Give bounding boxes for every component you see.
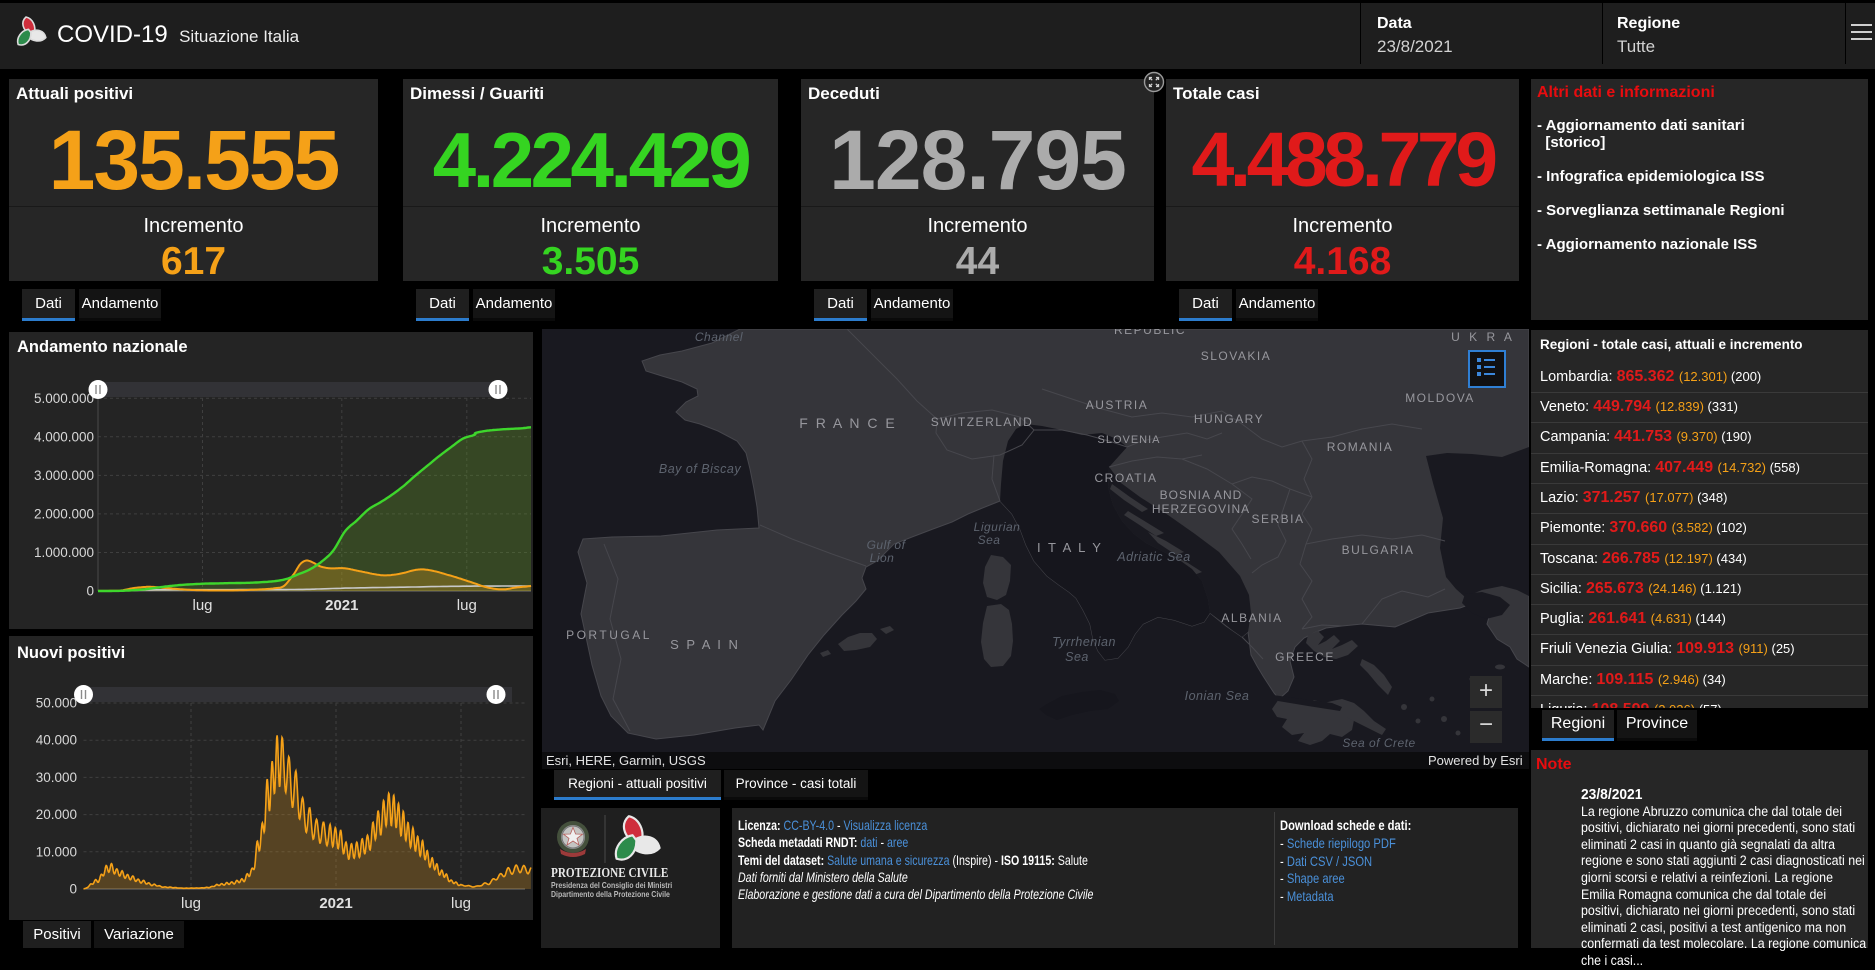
svg-text:Nuovi positivi: Nuovi positivi: [17, 644, 125, 662]
svg-text:10.000: 10.000: [36, 844, 77, 859]
svg-text:HERZEGOVINA: HERZEGOVINA: [1152, 502, 1250, 516]
svg-text:Lion: Lion: [870, 551, 895, 565]
svg-text:MOLDOVA: MOLDOVA: [1405, 391, 1475, 405]
svg-text:lug: lug: [192, 597, 212, 614]
svg-text:SERBIA: SERBIA: [1251, 512, 1304, 526]
svg-text:ROMANIA: ROMANIA: [1327, 440, 1394, 454]
svg-text:lug: lug: [451, 895, 471, 912]
svg-text:BULGARIA: BULGARIA: [1342, 543, 1415, 557]
svg-text:4.000.000: 4.000.000: [34, 429, 94, 444]
svg-text:lug: lug: [457, 597, 477, 614]
svg-text:PORTUGAL: PORTUGAL: [566, 628, 652, 642]
svg-text:SLOVENIA: SLOVENIA: [1097, 434, 1160, 446]
svg-text:S P A I N: S P A I N: [670, 637, 740, 652]
svg-text:50.000: 50.000: [36, 696, 77, 711]
svg-text:ALBANIA: ALBANIA: [1221, 611, 1282, 625]
svg-text:2.000.000: 2.000.000: [34, 506, 94, 521]
svg-text:2021: 2021: [325, 597, 358, 614]
svg-text:U K R A: U K R A: [1451, 330, 1515, 344]
svg-text:Andamento nazionale: Andamento nazionale: [17, 338, 188, 356]
svg-text:2021: 2021: [319, 895, 352, 912]
svg-text:GREECE: GREECE: [1275, 650, 1335, 664]
svg-text:30.000: 30.000: [36, 770, 77, 785]
svg-text:Ionian Sea: Ionian Sea: [1185, 689, 1250, 703]
svg-text:0: 0: [69, 882, 77, 897]
svg-text:REPUBLIC: REPUBLIC: [1114, 329, 1186, 337]
svg-text:CROATIA: CROATIA: [1095, 471, 1158, 485]
svg-text:Sea: Sea: [978, 533, 1001, 547]
svg-text:Tyrrhenian: Tyrrhenian: [1052, 635, 1116, 649]
svg-text:HUNGARY: HUNGARY: [1194, 412, 1264, 426]
svg-text:SLOVAKIA: SLOVAKIA: [1201, 349, 1271, 363]
svg-text:SWITZERLAND: SWITZERLAND: [931, 415, 1034, 429]
svg-text:40.000: 40.000: [36, 733, 77, 748]
svg-text:1.000.000: 1.000.000: [34, 545, 94, 560]
svg-text:20.000: 20.000: [36, 807, 77, 822]
svg-text:3.000.000: 3.000.000: [34, 468, 94, 483]
svg-text:0: 0: [86, 584, 94, 599]
svg-text:Adriatic Sea: Adriatic Sea: [1116, 550, 1190, 564]
svg-text:5.000.000: 5.000.000: [34, 391, 94, 406]
svg-text:Sea: Sea: [1065, 650, 1089, 664]
svg-text:Sea of Crete: Sea of Crete: [1342, 736, 1415, 750]
svg-text:F R A N C E: F R A N C E: [799, 415, 896, 431]
svg-text:Channel: Channel: [695, 330, 743, 344]
svg-text:Ligurian: Ligurian: [974, 520, 1021, 534]
svg-text:Gulf of: Gulf of: [867, 538, 907, 552]
svg-text:lug: lug: [181, 895, 201, 912]
svg-text:BOSNIA AND: BOSNIA AND: [1160, 488, 1243, 502]
svg-text:AUSTRIA: AUSTRIA: [1086, 398, 1149, 412]
svg-text:Bay of Biscay: Bay of Biscay: [659, 462, 741, 476]
svg-text:I T A L Y: I T A L Y: [1037, 540, 1103, 555]
